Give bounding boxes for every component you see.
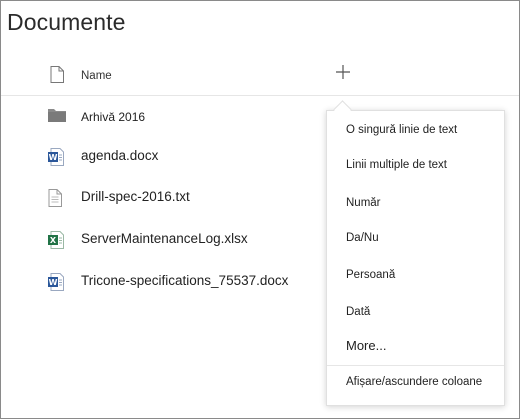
document-library-panel: Documente Name Arhivă 2016 W agenda.docx… <box>0 0 520 419</box>
excel-file-icon: X <box>48 231 64 254</box>
file-row[interactable]: X ServerMaintenanceLog.xlsx <box>1 225 321 255</box>
file-row[interactable]: W Tricone-specifications_75537.docx <box>1 267 321 297</box>
file-row[interactable]: Drill-spec-2016.txt <box>1 183 321 213</box>
add-column-button[interactable] <box>334 63 352 81</box>
file-name[interactable]: Tricone-specifications_75537.docx <box>81 273 288 288</box>
menu-item-show-hide-columns[interactable]: Afișare/ascundere coloane <box>346 376 482 388</box>
menu-item-date[interactable]: Dată <box>346 306 370 318</box>
file-name[interactable]: Arhivă 2016 <box>81 110 145 124</box>
page-title: Documente <box>7 9 126 35</box>
menu-item-number[interactable]: Număr <box>346 197 381 209</box>
menu-divider <box>327 365 504 366</box>
svg-text:W: W <box>49 153 58 162</box>
text-file-icon <box>48 189 62 212</box>
file-row[interactable]: W agenda.docx <box>1 142 321 172</box>
menu-item-single-line-text[interactable]: O singură linie de text <box>346 124 457 136</box>
add-column-menu: O singură linie de text Linii multiple d… <box>326 110 505 406</box>
svg-text:X: X <box>50 236 57 245</box>
menu-item-person[interactable]: Persoană <box>346 269 395 281</box>
column-header-row: Name <box>1 61 519 96</box>
word-file-icon: W <box>48 273 64 296</box>
name-column-header[interactable]: Name <box>81 70 112 82</box>
file-name[interactable]: Drill-spec-2016.txt <box>81 189 190 204</box>
file-row[interactable]: Arhivă 2016 <box>1 102 321 132</box>
svg-text:W: W <box>49 278 58 287</box>
menu-item-more[interactable]: More... <box>346 338 386 353</box>
menu-item-yes-no[interactable]: Da/Nu <box>346 232 379 244</box>
file-name[interactable]: ServerMaintenanceLog.xlsx <box>81 231 248 246</box>
word-file-icon: W <box>48 148 64 171</box>
menu-item-multiple-lines-text[interactable]: Linii multiple de text <box>346 159 447 171</box>
plus-icon <box>336 65 350 79</box>
file-name[interactable]: agenda.docx <box>81 148 158 163</box>
folder-icon <box>48 108 66 127</box>
file-type-header-icon[interactable] <box>50 66 64 88</box>
